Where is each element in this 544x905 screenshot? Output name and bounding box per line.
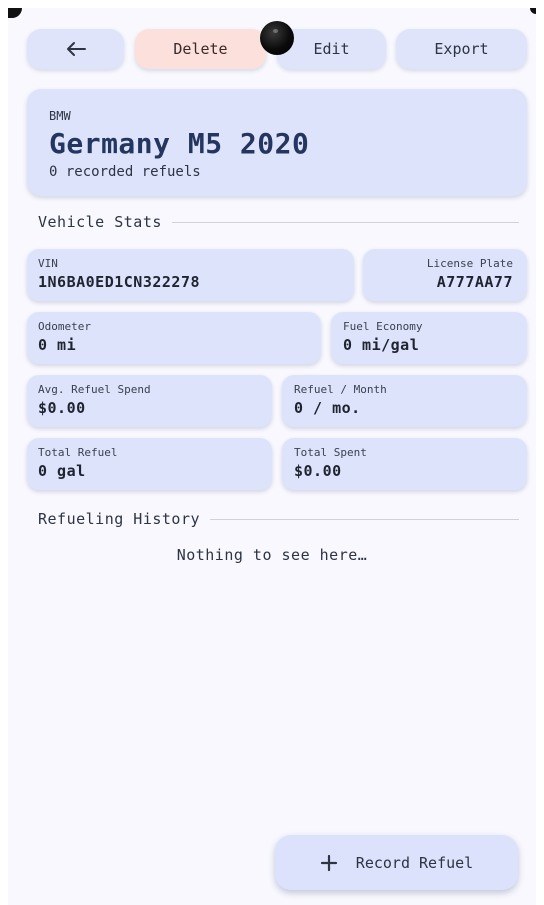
fab-label: Record Refuel [355,853,474,872]
divider [171,221,519,223]
fuel-economy-tile: Fuel Economy 0 mi/gal [331,312,527,364]
divider [210,518,519,520]
camera-cutout [260,21,294,55]
back-button[interactable] [27,29,124,69]
section-title: Vehicle Stats [38,213,162,231]
arrow-left-icon [66,42,86,56]
screen-corner [8,8,22,18]
recorded-refuels-count: 0 recorded refuels [49,164,201,180]
refuel-per-month-tile: Refuel / Month 0 / mo. [282,375,527,427]
tile-value: 0 mi [38,336,77,354]
record-refuel-button[interactable]: Record Refuel [275,835,518,890]
tile-label: License Plate [426,257,513,270]
total-spent-tile: Total Spent $0.00 [282,438,527,490]
vehicle-stats-header: Vehicle Stats [38,213,519,231]
vehicle-model: Germany M5 2020 [49,127,310,160]
refueling-history-header: Refueling History [38,510,519,528]
tile-label: Fuel Economy [343,320,423,333]
tile-value: 0 / mo. [294,399,361,417]
odometer-tile: Odometer 0 mi [27,312,321,364]
tile-value: 0 mi/gal [343,336,420,354]
vehicle-make: BMW [49,109,71,123]
vin-tile: VIN 1N6BA0ED1CN322278 [27,249,354,301]
tile-label: Refuel / Month [294,383,387,396]
empty-history-message: Nothing to see here… [176,546,368,564]
tile-label: Odometer [38,320,91,333]
section-title: Refueling History [38,510,201,528]
plus-icon [320,854,337,871]
tile-label: Total Refuel [38,446,118,459]
tile-value: $0.00 [294,462,342,480]
tile-value: A777AA77 [436,273,513,291]
app-screen: Delete Edit Export BMW Germany M5 2020 0… [8,8,536,905]
tile-value: 1N6BA0ED1CN322278 [38,273,201,291]
total-refuel-tile: Total Refuel 0 gal [27,438,272,490]
tile-value: 0 gal [38,462,86,480]
tile-value: $0.00 [38,399,86,417]
export-button[interactable]: Export [396,29,527,69]
avg-refuel-spend-tile: Avg. Refuel Spend $0.00 [27,375,272,427]
tile-label: Avg. Refuel Spend [38,383,151,396]
license-plate-tile: License Plate A777AA77 [363,249,527,301]
tile-label: VIN [38,257,58,270]
tile-label: Total Spent [294,446,367,459]
screen-corner [530,8,536,14]
delete-button[interactable]: Delete [135,29,266,69]
vehicle-header-card: BMW Germany M5 2020 0 recorded refuels [27,89,527,196]
